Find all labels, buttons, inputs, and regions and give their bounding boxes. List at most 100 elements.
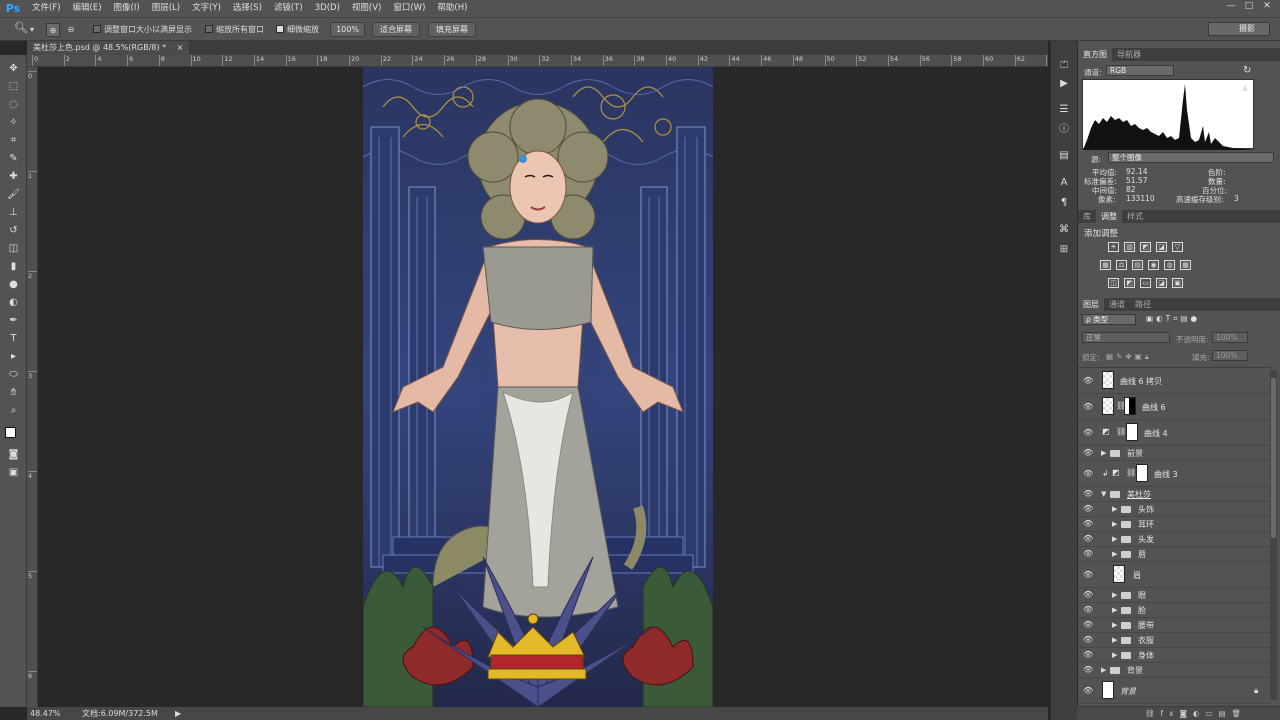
adjustment-row1-2-icon[interactable]: ◩ [1140, 242, 1151, 252]
tool-preset-dropdown-icon[interactable]: ▾ [30, 23, 34, 37]
layer-row[interactable]: 👁︎ ◩ ⛓ 曲线 4 [1078, 420, 1271, 446]
visibility-eye-icon[interactable]: 👁︎ [1083, 505, 1093, 513]
status-menu-arrow-icon[interactable]: ▶ [175, 707, 181, 720]
adjustment-row2-2-icon[interactable]: ▤ [1132, 260, 1143, 270]
magic-wand-tool-icon[interactable]: ✧ [6, 115, 21, 130]
zoom-out-icon[interactable]: ⊖ [64, 23, 78, 37]
layer-thumbnail[interactable] [1113, 565, 1125, 583]
visibility-eye-icon[interactable]: 👁︎ [1083, 376, 1093, 385]
tab-navigator[interactable]: 导航器 [1112, 48, 1146, 61]
adjustment-row3-4-icon[interactable]: ▣ [1172, 278, 1183, 288]
resize-windows-option[interactable]: 调整窗口大小以满屏显示 [93, 23, 192, 37]
brush-presets-icon[interactable]: ⌘ [1057, 223, 1071, 237]
tab-layers[interactable]: 图层 [1078, 298, 1104, 311]
layer-row[interactable]: 👁︎ ↲ ◩ ⛓ 曲线 3 [1078, 461, 1271, 487]
fit-screen-button[interactable]: 适合屏幕 [372, 22, 420, 37]
history-brush-tool-icon[interactable]: ↺ [6, 223, 21, 238]
info-icon[interactable]: ⓘ [1057, 123, 1071, 137]
maximize-button[interactable]: □ [1240, 0, 1258, 13]
pen-tool-icon[interactable]: ✒ [6, 313, 21, 328]
blur-tool-icon[interactable]: ● [6, 277, 21, 292]
expand-arrow-icon[interactable]: ▼ [1101, 490, 1106, 498]
layer-row[interactable]: 👁︎ ▶ 腰带 [1078, 618, 1271, 633]
layer-thumbnail[interactable] [1102, 681, 1114, 699]
minimize-button[interactable]: — [1222, 0, 1240, 13]
visibility-eye-icon[interactable]: 👁︎ [1083, 428, 1093, 437]
visibility-eye-icon[interactable]: 👁︎ [1083, 535, 1093, 543]
expand-arrow-icon[interactable]: ▶ [1112, 636, 1117, 644]
layer-row[interactable]: 👁︎ ▶ 身体 [1078, 648, 1271, 663]
adjustment-row3-1-icon[interactable]: ◩ [1124, 278, 1135, 288]
layer-row[interactable]: 👁︎ ▶ 耳环 [1078, 517, 1271, 532]
tab-styles[interactable]: 样式 [1122, 210, 1148, 223]
properties-icon[interactable]: ☰ [1057, 103, 1071, 117]
expand-arrow-icon[interactable]: ▶ [1112, 520, 1117, 528]
move-tool-icon[interactable]: ✥ [6, 61, 21, 76]
close-button[interactable]: ✕ [1258, 0, 1276, 13]
visibility-eye-icon[interactable]: 👁︎ [1083, 402, 1093, 411]
tab-adjustments[interactable]: 调整 [1096, 210, 1122, 223]
tab-histogram[interactable]: 直方图 [1078, 48, 1112, 61]
expand-arrow-icon[interactable]: ▶ [1112, 651, 1117, 659]
tab-channels[interactable]: 通道 [1104, 298, 1130, 311]
layer-row[interactable]: 👁︎ ▶ 脸 [1078, 603, 1271, 618]
resize-windows-checkbox[interactable] [93, 25, 101, 33]
swatches-icon[interactable]: ▤ [1057, 149, 1071, 163]
character-icon[interactable]: A [1057, 176, 1071, 190]
visibility-eye-icon[interactable]: 👁︎ [1083, 686, 1093, 695]
layers-scrollbar-thumb[interactable] [1271, 378, 1276, 538]
zoom-level[interactable]: 48.47% [30, 707, 61, 720]
document-tab[interactable]: 美杜莎上色.psd @ 48.5%(RGB/8) * × [27, 41, 190, 55]
adjustment-row2-5-icon[interactable]: ▦ [1180, 260, 1191, 270]
menu-item-7[interactable]: 3D(D) [309, 0, 346, 17]
visibility-eye-icon[interactable]: 👁︎ [1083, 651, 1093, 659]
visibility-eye-icon[interactable]: 👁︎ [1083, 490, 1093, 498]
menu-item-8[interactable]: 视图(V) [346, 0, 387, 17]
eraser-tool-icon[interactable]: ◫ [6, 241, 21, 256]
adjustment-row3-3-icon[interactable]: ◪ [1156, 278, 1167, 288]
layer-mask-thumbnail[interactable] [1136, 464, 1148, 482]
layer-row[interactable]: 👁︎ ▶ 眼 [1078, 588, 1271, 603]
actions-icon[interactable]: ▶ [1057, 77, 1071, 91]
expand-arrow-icon[interactable]: ▶ [1112, 505, 1117, 513]
adjustment-row1-1-icon[interactable]: ▥ [1124, 242, 1135, 252]
tab-libraries[interactable]: 库 [1078, 210, 1096, 223]
adjustment-row1-3-icon[interactable]: ◪ [1156, 242, 1167, 252]
close-tab-icon[interactable]: × [177, 43, 184, 52]
layer-actions-icons[interactable]: ⛓fx◙◐▭▤🗑︎ [1145, 709, 1247, 718]
zoom-100-button[interactable]: 100% [330, 22, 365, 37]
adjustment-row2-0-icon[interactable]: ▦ [1100, 260, 1111, 270]
menu-item-6[interactable]: 滤镜(T) [268, 0, 309, 17]
foreground-color-swatch[interactable] [5, 427, 16, 438]
type-tool-icon[interactable]: T [6, 331, 21, 346]
history-icon[interactable]: ⏍ [1057, 59, 1071, 73]
menu-item-9[interactable]: 窗口(W) [387, 0, 431, 17]
clone-source-icon[interactable]: ⊞ [1057, 243, 1071, 257]
lasso-tool-icon[interactable]: ◌ [6, 97, 21, 112]
refresh-icon[interactable]: ↻ [1243, 65, 1251, 76]
zoom-all-checkbox[interactable] [205, 25, 213, 33]
link-icon[interactable]: ⛓ [1116, 427, 1126, 436]
expand-arrow-icon[interactable]: ▶ [1112, 550, 1117, 558]
path-selection-tool-icon[interactable]: ▸ [6, 349, 21, 364]
layer-row[interactable]: 👁︎ ⛓ 曲线 6 [1078, 394, 1271, 420]
layer-row[interactable]: 👁︎ ▶ 头饰 [1078, 502, 1271, 517]
adjustment-row2-3-icon[interactable]: ◉ [1148, 260, 1159, 270]
quick-mask-icon[interactable]: ◙ [6, 447, 21, 462]
adjustment-row1-4-icon[interactable]: ▽ [1172, 242, 1183, 252]
screen-mode-icon[interactable]: ▣ [6, 465, 21, 480]
zoom-all-option[interactable]: 缩放所有窗口 [205, 23, 264, 37]
menu-item-5[interactable]: 选择(S) [227, 0, 268, 17]
expand-arrow-icon[interactable]: ▶ [1112, 591, 1117, 599]
visibility-eye-icon[interactable]: 👁︎ [1083, 606, 1093, 614]
layer-row[interactable]: 👁︎ ▶ 前景 [1078, 446, 1271, 461]
visibility-eye-icon[interactable]: 👁︎ [1083, 666, 1093, 674]
expand-arrow-icon[interactable]: ▶ [1101, 666, 1106, 674]
healing-brush-tool-icon[interactable]: ✚ [6, 169, 21, 184]
expand-arrow-icon[interactable]: ▶ [1112, 621, 1117, 629]
fill-screen-button[interactable]: 填充屏幕 [428, 22, 476, 37]
zoom-tool-icon[interactable]: 🔍︎ [14, 21, 28, 35]
layer-row[interactable]: 👁︎ ▶ 背景 [1078, 663, 1271, 678]
zoom-in-icon[interactable]: ⊕ [46, 23, 60, 37]
dodge-tool-icon[interactable]: ◐ [6, 295, 21, 310]
